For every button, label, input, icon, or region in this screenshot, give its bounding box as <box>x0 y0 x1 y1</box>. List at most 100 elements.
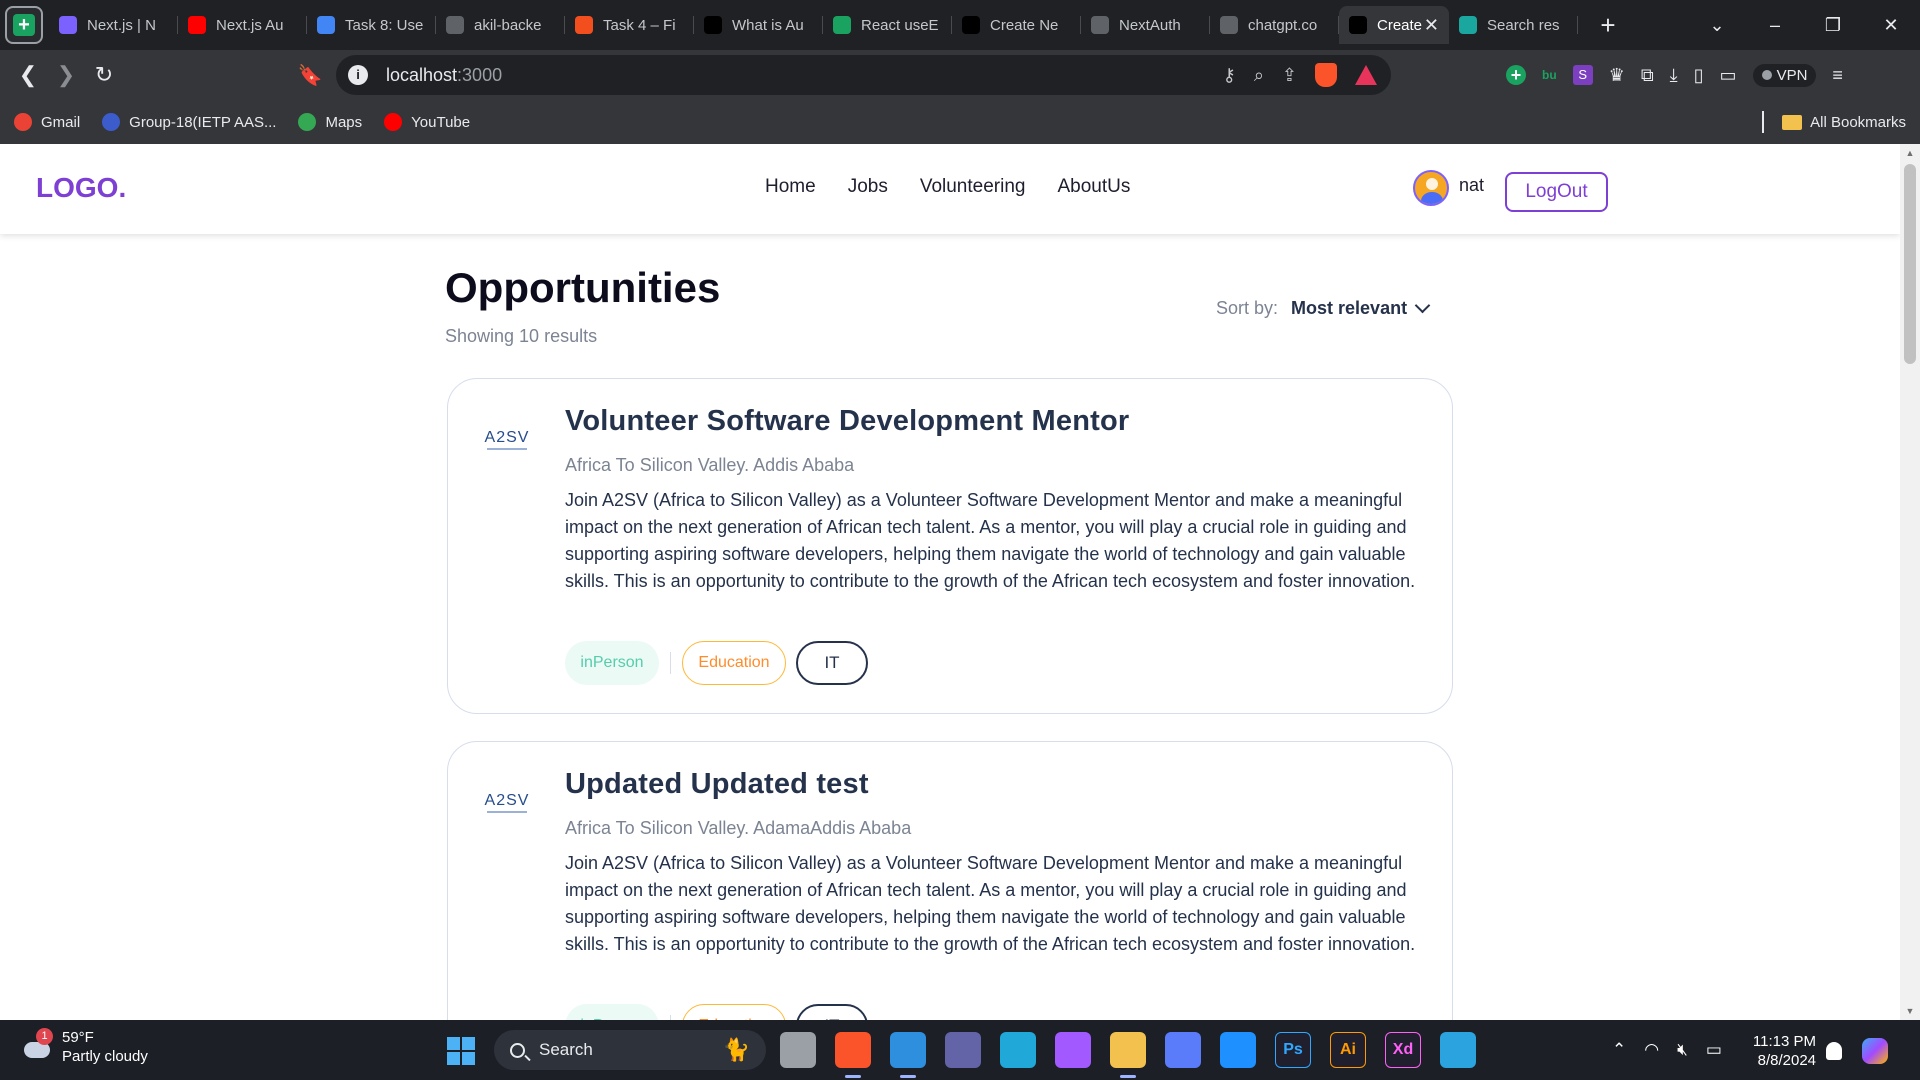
reload-button[interactable]: ↻ <box>86 57 122 93</box>
key-icon[interactable]: ⚷ <box>1223 65 1236 86</box>
opportunity-title[interactable]: Volunteer Software Development Mentor <box>565 405 1129 438</box>
start-button[interactable] <box>447 1037 475 1065</box>
site-info-icon[interactable]: i <box>348 65 368 85</box>
address-url[interactable]: localhost:3000 <box>386 65 502 86</box>
all-bookmarks[interactable]: All Bookmarks <box>1762 100 1906 144</box>
chevron-down-icon[interactable] <box>1414 297 1431 314</box>
sidebar-icon[interactable]: ▯ <box>1694 65 1704 86</box>
close-window-button[interactable]: ✕ <box>1862 15 1920 36</box>
app-icon[interactable] <box>1165 1032 1201 1068</box>
extension-crown-icon[interactable]: ♛ <box>1609 65 1625 86</box>
browser-tab[interactable]: Task 4 – Fi <box>565 6 694 44</box>
clock[interactable]: 11:13 PM 8/8/2024 <box>1748 1032 1816 1070</box>
file-explorer-dark-icon[interactable] <box>780 1032 816 1068</box>
share-icon[interactable]: ⇪ <box>1282 65 1297 86</box>
back-button[interactable]: ❮ <box>10 57 46 93</box>
teams-icon[interactable] <box>945 1032 981 1068</box>
tag-list: inPersonEducationIT <box>565 641 868 685</box>
tab-title: Search res <box>1487 16 1560 34</box>
sort-dropdown[interactable]: Sort by: Most relevant <box>1216 297 1431 319</box>
browser-tab[interactable]: NextAuth <box>1081 6 1210 44</box>
vscode-icon[interactable] <box>890 1032 926 1078</box>
bookmark-item[interactable]: YouTube <box>384 113 470 131</box>
menu-icon[interactable]: ≡ <box>1832 65 1843 86</box>
browser-tab[interactable]: Task 8: Use <box>307 6 436 44</box>
tag-list: inPersonEducationIT <box>565 1004 868 1020</box>
opportunity-card[interactable]: A2SV Updated Updated test Africa To Silico… <box>447 741 1453 1020</box>
extensions-puzzle-icon[interactable]: ⧉ <box>1641 65 1654 86</box>
volume-muted-icon[interactable]: 🔇︎ <box>1677 1040 1688 1060</box>
edge-icon[interactable] <box>1000 1032 1036 1068</box>
page-scrollbar[interactable]: ▲ ▼ <box>1900 144 1920 1020</box>
new-tab-button[interactable]: + <box>1594 10 1622 41</box>
download-icon[interactable]: ⤓ <box>1670 65 1678 86</box>
address-bar[interactable]: i localhost:3000 ⚷ ⌕ ⇪ <box>336 55 1391 95</box>
scroll-down-icon[interactable]: ▼ <box>1900 1006 1920 1016</box>
avatar[interactable] <box>1413 170 1449 206</box>
tag-category: Education <box>682 1004 786 1020</box>
battery-icon[interactable]: ▭ <box>1706 1040 1722 1060</box>
clock-date: 8/8/2024 <box>1757 1052 1816 1069</box>
close-tab-icon[interactable]: ✕ <box>1424 15 1439 36</box>
vpn-status-icon <box>1761 70 1772 80</box>
brave-icon[interactable] <box>835 1032 871 1078</box>
weather-widget[interactable]: 1 59°F Partly cloudy <box>22 1028 148 1066</box>
browser-tab-strip: + Next.js | N Next.js Au Task 8: Use akil-b… <box>0 0 1920 50</box>
brave-rewards-icon[interactable] <box>1355 65 1377 85</box>
minimize-button[interactable]: – <box>1746 15 1804 36</box>
sort-value[interactable]: Most relevant <box>1291 298 1407 319</box>
logout-button[interactable]: LogOut <box>1505 172 1608 212</box>
illustrator-icon[interactable]: Ai <box>1330 1032 1366 1068</box>
copilot-icon[interactable] <box>1862 1038 1888 1064</box>
nav-link-aboutus[interactable]: AboutUs <box>1057 176 1130 198</box>
framer-icon[interactable] <box>1220 1032 1256 1068</box>
tab-title: Create Ne <box>990 16 1059 34</box>
taskbar-search[interactable]: Search 🐈 <box>494 1030 766 1070</box>
nav-link-jobs[interactable]: Jobs <box>848 176 888 198</box>
user-profile[interactable]: nat <box>1413 170 1484 206</box>
vpn-button[interactable]: VPN <box>1752 63 1817 87</box>
bookmark-item[interactable]: Maps <box>298 113 362 131</box>
show-hidden-icons-chevron-icon[interactable]: ⌃ <box>1612 1040 1626 1060</box>
tab-favicon-icon <box>317 16 335 34</box>
browser-tab[interactable]: React useE <box>823 6 952 44</box>
restore-button[interactable]: ❐ <box>1804 15 1862 36</box>
nav-link-home[interactable]: Home <box>765 176 816 198</box>
browser-tab[interactable]: Next.js | N <box>49 6 178 44</box>
tab-favicon-icon <box>833 16 851 34</box>
opportunity-title[interactable]: Updated Updated test <box>565 768 869 801</box>
browser-tab[interactable]: What is Au <box>694 6 823 44</box>
photoshop-icon[interactable]: Ps <box>1275 1032 1311 1068</box>
bookmark-item[interactable]: Gmail <box>14 113 80 131</box>
scroll-up-icon[interactable]: ▲ <box>1900 148 1920 158</box>
site-logo[interactable]: LOGO. <box>36 172 126 204</box>
file-explorer-icon[interactable] <box>1110 1032 1146 1078</box>
extension-plus-icon[interactable]: + <box>1506 65 1526 85</box>
opportunity-organization: Africa To Silicon Valley. Addis Ababa <box>565 455 855 475</box>
extension-s-icon[interactable]: S <box>1572 65 1593 85</box>
opportunity-card[interactable]: A2SV Volunteer Software Development Mento… <box>447 378 1453 714</box>
notification-bell-icon[interactable] <box>1826 1042 1842 1060</box>
bookmark-icon[interactable]: 🔖 <box>292 57 328 93</box>
scrollbar-thumb[interactable] <box>1904 164 1916 364</box>
browser-tab[interactable]: Next.js Au <box>178 6 307 44</box>
browser-tab[interactable]: akil-backe <box>436 6 565 44</box>
telegram-icon[interactable] <box>1440 1032 1476 1068</box>
bookmark-item[interactable]: Group-18(IETP AAS... <box>102 113 276 131</box>
tab-search-chevron-icon[interactable]: ⌄ <box>1688 15 1746 36</box>
brave-shields-icon[interactable] <box>1315 63 1337 87</box>
browser-tab[interactable]: chatgpt.co <box>1210 6 1339 44</box>
nav-link-volunteering[interactable]: Volunteering <box>920 176 1026 198</box>
xd-icon[interactable]: Xd <box>1385 1032 1421 1068</box>
figma-icon[interactable] <box>1055 1032 1091 1068</box>
wifi-icon[interactable]: ◠ <box>1644 1040 1659 1060</box>
tab-active[interactable]: Create ✕ <box>1339 6 1449 44</box>
bookmark-favicon-icon <box>384 113 403 131</box>
browser-tab[interactable]: Create Ne <box>952 6 1081 44</box>
tab-group-button[interactable]: + <box>5 6 43 44</box>
browser-tab[interactable]: Search res <box>1449 6 1578 44</box>
zoom-icon[interactable]: ⌕ <box>1254 65 1264 86</box>
extension-bu-icon[interactable]: bu <box>1542 68 1557 82</box>
wallet-icon[interactable]: ▭ <box>1720 65 1737 86</box>
forward-button[interactable]: ❯ <box>48 57 84 93</box>
